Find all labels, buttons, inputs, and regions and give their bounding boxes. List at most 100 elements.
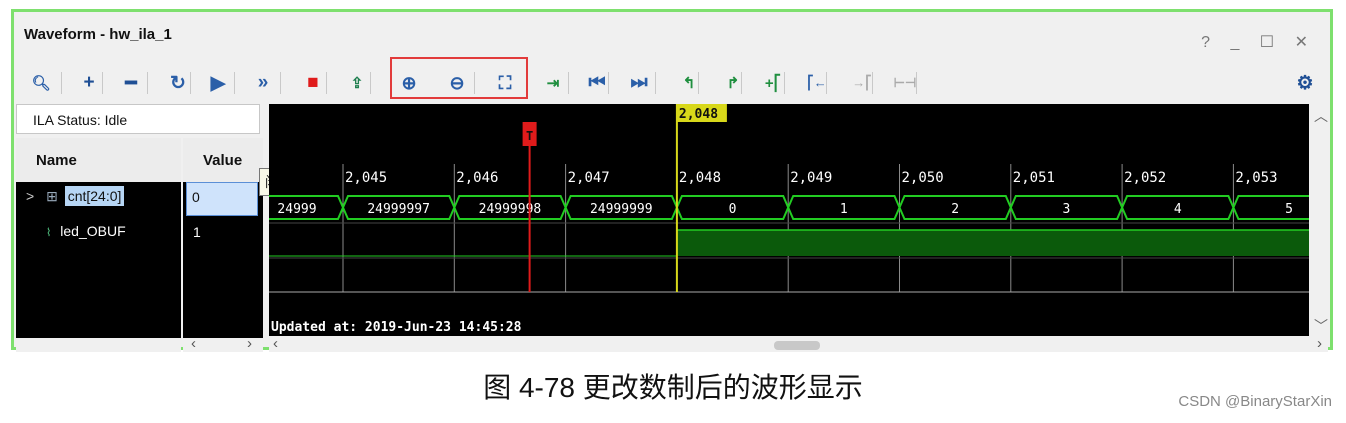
scroll-down-icon[interactable]: ﹀ (1314, 316, 1328, 336)
minus-button[interactable]: ━ (118, 70, 144, 96)
zoom-highlight-box (390, 57, 528, 99)
bus-value: 2 (951, 202, 959, 217)
export-icon: ⇪ (350, 75, 364, 92)
toolbar-separator (655, 72, 656, 94)
minus-icon: ━ (125, 72, 137, 94)
fast-forward-icon: » (257, 72, 269, 93)
play-icon: ▶ (210, 72, 226, 94)
next-marker-icon: →⎡ (852, 75, 872, 90)
updated-text: Updated at: 2019-Jun-23 14:45:28 (271, 320, 522, 335)
tick-label: 2,048 (679, 170, 721, 186)
toolbar-separator (326, 72, 327, 94)
go-to-cursor-icon: ⇥ (546, 75, 560, 92)
name-column-footer (16, 338, 181, 352)
next-transition-button[interactable]: ↱ (720, 70, 746, 96)
expand-icon[interactable]: > (26, 188, 34, 204)
gear-icon: ⚙ (1296, 72, 1314, 94)
previous-transition-icon: ↰ (682, 75, 696, 92)
scroll-right-icon[interactable]: › (247, 335, 252, 352)
export-button[interactable]: ⇪ (344, 70, 370, 96)
signal-value-cnt[interactable]: 0 (186, 182, 258, 216)
value-header-label: Value (203, 152, 243, 169)
bus-value: 3 (1063, 202, 1071, 217)
toolbar-separator (234, 72, 235, 94)
vertical-scrollbar[interactable]: ︿ ﹀ (1311, 104, 1328, 336)
go-to-end-icon: ⏭ (630, 72, 648, 93)
toolbar-separator (102, 72, 103, 94)
next-transition-icon: ↱ (726, 75, 740, 92)
tick-label: 2,049 (790, 170, 832, 186)
tick-label: 2,051 (1013, 170, 1055, 186)
go-to-cursor-button[interactable]: ⇥ (540, 70, 566, 96)
go-to-start-icon: ⏮ (588, 72, 606, 93)
toolbar-separator (568, 72, 569, 94)
signal-name-led: led_OBUF (60, 223, 126, 239)
ila-status: ILA Status: Idle (16, 104, 260, 134)
stop-icon: ■ (307, 72, 319, 93)
settings-button[interactable]: ⚙ (1292, 70, 1318, 96)
go-to-start-button[interactable]: ⏮ (584, 70, 610, 96)
value-column-header[interactable]: Value (183, 138, 263, 182)
hscroll-thumb[interactable] (774, 341, 820, 350)
scroll-left-icon[interactable]: ‹ (191, 335, 196, 352)
toolbar: 🔍︎ + ━ ↻ ▶» ■ ⇪ ⊕ ⊖ ⛶ ⇥ ⏮ ⏭ ↰ ↱ +⎡ ⎡← →⎡ ⊢⊣ ⚙ (14, 64, 1330, 102)
ila-status-text: ILA Status: Idle (33, 112, 128, 128)
plus-button[interactable]: + (76, 70, 102, 96)
bus-value: 5 (1285, 202, 1293, 217)
waveform-svg: 2,045 2,046 2,047 2,048 2,049 2,050 2,051 2,052… (269, 104, 1309, 335)
stop-button[interactable]: ■ (300, 70, 326, 96)
name-column-header[interactable]: Name (16, 138, 181, 182)
waveform-canvas[interactable]: 2,045 2,046 2,047 2,048 2,049 2,050 2,051 2,052… (269, 104, 1309, 336)
add-marker-button[interactable]: +⎡ (760, 70, 786, 96)
tick-label: 2,053 (1235, 170, 1277, 186)
bus-value: 1 (840, 202, 848, 217)
signal-name-column: Name > ⊞ cnt[24:0] ⌇ led_OBUF (16, 138, 181, 338)
signal-row-led[interactable]: ⌇ led_OBUF (46, 223, 126, 239)
bus-value: 4 (1174, 202, 1182, 217)
bus-value: 24999999 (590, 202, 653, 217)
signal-value-led: 1 (193, 224, 201, 240)
go-to-end-button[interactable]: ⏭ (626, 70, 652, 96)
hscroll-right-icon[interactable]: › (1317, 335, 1322, 352)
run-trigger-immediate-button[interactable]: ↻ (165, 70, 191, 96)
swap-cursors-button[interactable]: ⊢⊣ (892, 70, 918, 96)
hscroll-left-icon[interactable]: ‹ (273, 335, 278, 352)
cursor-label: 2,048 (679, 107, 718, 122)
previous-transition-button[interactable]: ↰ (676, 70, 702, 96)
signal-row-cnt[interactable]: > ⊞ cnt[24:0] (26, 186, 125, 206)
previous-marker-button[interactable]: ⎡← (804, 70, 830, 96)
tick-label: 2,047 (568, 170, 610, 186)
window-controls[interactable]: ? _ ☐ ✕ (1201, 32, 1316, 52)
fast-forward-button[interactable]: » (250, 70, 276, 96)
play-button[interactable]: ▶ (205, 70, 231, 96)
tick-label: 2,045 (345, 170, 387, 186)
run-trigger-immediate-icon: ↻ (170, 72, 186, 94)
tick-label: 2,046 (456, 170, 498, 186)
add-marker-icon: +⎡ (764, 75, 782, 92)
trigger-marker-label: T (526, 129, 533, 143)
signal-name-cnt: cnt[24:0] (64, 186, 125, 206)
bus-value: 0 (729, 202, 737, 217)
figure-caption: 图 4-78 更改数制后的波形显示 (483, 372, 863, 403)
swap-cursors-icon: ⊢⊣ (893, 75, 917, 90)
next-marker-button[interactable]: →⎡ (849, 70, 875, 96)
previous-marker-icon: ⎡← (807, 75, 827, 90)
title-bar: Waveform - hw_ila_1 ? _ ☐ ✕ (14, 12, 1330, 60)
tick-label: 2,050 (902, 170, 944, 186)
scroll-up-icon[interactable]: ︿ (1314, 106, 1328, 126)
search-icon: 🔍︎ (31, 75, 51, 92)
waveform-window: Waveform - hw_ila_1 ? _ ☐ ✕ 🔍︎ + ━ ↻ ▶» ■ ⇪ ⊕ ⊖ ⛶… (11, 9, 1333, 352)
wire-icon: ⌇ (46, 227, 52, 239)
plus-icon: + (83, 72, 95, 93)
window-title: Waveform - hw_ila_1 (24, 26, 172, 43)
value-scrollbar[interactable]: ‹ › (183, 335, 263, 352)
bus-value: 24999 (277, 202, 316, 217)
toolbar-separator (370, 72, 371, 94)
toolbar-separator (147, 72, 148, 94)
name-header-label: Name (36, 152, 77, 169)
search-button[interactable]: 🔍︎ (28, 70, 54, 96)
horizontal-scrollbar[interactable]: ‹ › (269, 335, 1328, 352)
signal-value-column: Value 0 1 (183, 138, 263, 338)
watermark: CSDN @BinaryStarXin (1178, 393, 1332, 410)
toolbar-separator (61, 72, 62, 94)
